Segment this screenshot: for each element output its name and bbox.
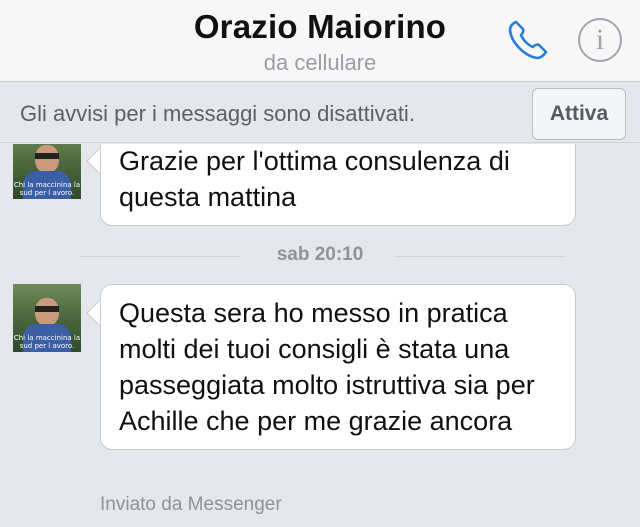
enable-notifications-button[interactable]: Attiva (532, 88, 626, 140)
message-timestamp: sab 20:10 (276, 244, 364, 265)
sent-via-label: Inviato da Messenger (100, 494, 282, 515)
notifications-banner-text: Gli avvisi per i messaggi sono disattiva… (20, 101, 415, 126)
message-bubble[interactable]: Grazie per l'ottima consulenza di questa… (100, 144, 576, 226)
message-list[interactable]: Chi la maccinina la sud per l avoro. Gra… (0, 144, 640, 527)
phone-icon[interactable] (504, 16, 552, 64)
avatar[interactable]: Chi la maccinina la sud per l avoro. (13, 144, 81, 199)
avatar-caption: Chi la maccinina la sud per l avoro. (13, 181, 81, 197)
avatar[interactable]: Chi la maccinina la sud per l avoro. (13, 284, 81, 352)
divider (395, 256, 565, 257)
message-text: Questa sera ho messo in pratica molti de… (119, 298, 535, 436)
message-bubble[interactable]: Questa sera ho messo in pratica molti de… (100, 284, 576, 450)
info-icon[interactable]: i (578, 18, 622, 62)
message-text: Grazie per l'ottima consulenza di questa… (119, 146, 510, 212)
conversation-header: Orazio Maiorino da cellulare i (0, 0, 640, 82)
avatar-caption: Chi la maccinina la sud per l avoro. (13, 334, 81, 350)
